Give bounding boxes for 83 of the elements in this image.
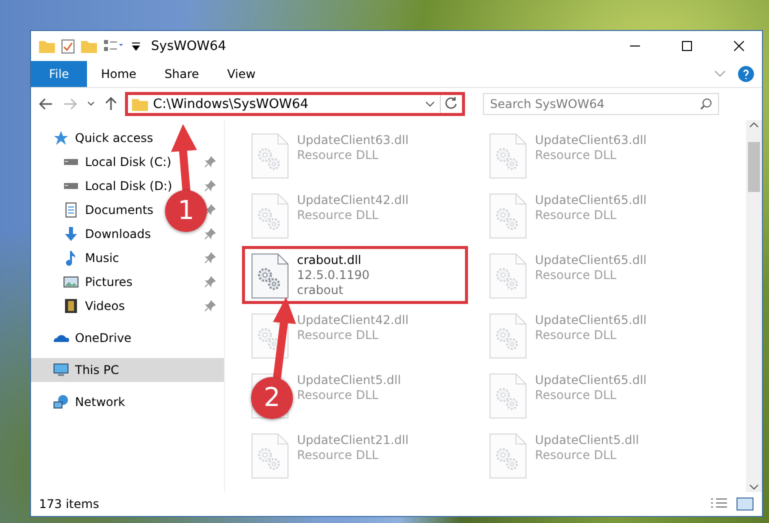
- file-detail: crabout: [297, 283, 344, 297]
- file-detail: Resource DLL: [535, 388, 618, 402]
- picture-icon: [63, 274, 79, 290]
- file-gears-icon: [489, 373, 527, 419]
- file-gears-icon: [489, 433, 527, 479]
- ribbon-tab[interactable]: View: [213, 61, 270, 87]
- help-icon[interactable]: [738, 66, 754, 82]
- file-gears-icon: [489, 313, 527, 359]
- search-icon: [700, 98, 712, 110]
- file-gears-icon: [489, 133, 527, 179]
- film-icon: [63, 298, 79, 314]
- file-detail: Resource DLL: [535, 268, 618, 282]
- file-detail: Resource DLL: [535, 448, 618, 462]
- download-icon: [63, 226, 79, 242]
- file-detail: Resource DLL: [535, 148, 618, 162]
- file-detail: 12.5.0.1190: [297, 268, 370, 282]
- item-count: 173 items: [39, 497, 100, 511]
- file-detail: Resource DLL: [297, 208, 380, 222]
- maximize-icon: [682, 41, 692, 51]
- back-arrow-icon: [39, 98, 53, 110]
- file-gears-icon: [251, 193, 289, 239]
- ribbon-tab[interactable]: Share: [150, 61, 214, 87]
- address-path: C:\Windows\SysWOW64: [153, 96, 310, 112]
- chevron-down-icon[interactable]: [425, 101, 435, 107]
- file-gears-icon: [251, 253, 289, 299]
- file-detail: Resource DLL: [535, 208, 618, 222]
- sidebar-item[interactable]: Network: [31, 390, 224, 414]
- file-detail: Resource DLL: [297, 148, 380, 162]
- folder-icon: [132, 97, 148, 111]
- sidebar-item[interactable]: This PC: [31, 358, 224, 382]
- scrollbar-thumb[interactable]: [748, 142, 760, 192]
- scroll-down-icon[interactable]: [749, 484, 759, 490]
- ribbon-tab[interactable]: Home: [87, 61, 150, 87]
- view-dropdown-icon[interactable]: [103, 39, 125, 53]
- file-name[interactable]: crabout.dll: [297, 253, 370, 267]
- file-detail: Resource DLL: [535, 328, 618, 342]
- chevron-down-icon: [87, 101, 95, 107]
- folder-icon: [39, 39, 55, 53]
- ribbon-tab[interactable]: File: [31, 61, 87, 87]
- up-arrow-icon: [105, 97, 117, 111]
- pin-icon[interactable]: [204, 204, 216, 216]
- properties-icon[interactable]: [61, 38, 75, 54]
- pin-icon[interactable]: [204, 276, 216, 288]
- drive-icon: [63, 183, 79, 189]
- computer-icon: [53, 362, 69, 378]
- file-tile[interactable]: crabout.dll 12.5.0.1190 crabout: [242, 246, 468, 304]
- star-icon: [53, 130, 69, 146]
- cloud-icon: [53, 334, 69, 342]
- back-button[interactable]: [37, 96, 55, 112]
- pin-icon[interactable]: [204, 156, 216, 168]
- sidebar-item[interactable]: Quick access: [31, 126, 224, 150]
- file-detail: Resource DLL: [297, 448, 380, 462]
- pin-icon[interactable]: [204, 228, 216, 240]
- window-title: SysWOW64: [151, 38, 228, 54]
- sidebar-item[interactable]: Pictures: [31, 270, 169, 294]
- pin-icon[interactable]: [204, 300, 216, 312]
- document-icon: [63, 202, 79, 218]
- scrollbar[interactable]: [746, 120, 762, 492]
- file-gears-icon: [489, 253, 527, 299]
- pin-icon[interactable]: [204, 180, 216, 192]
- drive-icon: [63, 159, 79, 165]
- caret-icon[interactable]: [131, 41, 141, 51]
- large-icons-view-icon[interactable]: [736, 497, 754, 511]
- file-detail: Resource DLL: [297, 388, 380, 402]
- sidebar-item[interactable]: Music: [31, 246, 169, 270]
- file-gears-icon: [251, 313, 289, 359]
- sidebar-item[interactable]: Local Disk (C:): [31, 150, 169, 174]
- network-icon: [53, 394, 69, 410]
- sidebar-item[interactable]: Videos: [31, 294, 169, 318]
- address-bar[interactable]: C:\Windows\SysWOW64: [125, 92, 465, 116]
- file-gears-icon: [251, 133, 289, 179]
- pin-icon[interactable]: [204, 252, 216, 264]
- scroll-up-icon[interactable]: [749, 122, 759, 128]
- search-field[interactable]: Search SysWOW64: [483, 93, 719, 115]
- new-folder-icon: [81, 39, 97, 53]
- file-gears-icon: [251, 433, 289, 479]
- close-icon: [734, 41, 744, 51]
- details-view-icon[interactable]: [710, 498, 728, 510]
- forward-arrow-icon: [63, 98, 77, 110]
- up-button[interactable]: [103, 95, 119, 113]
- file-detail: Resource DLL: [297, 328, 380, 342]
- file-gears-icon: [489, 193, 527, 239]
- sidebar-item[interactable]: OneDrive: [31, 326, 224, 350]
